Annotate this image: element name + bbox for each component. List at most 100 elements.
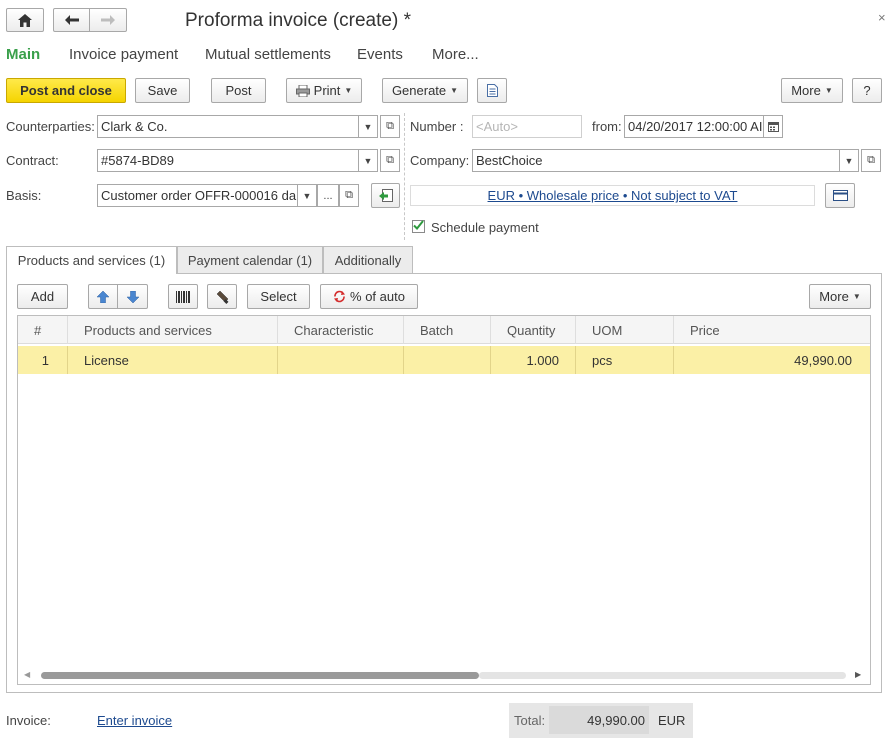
- tab-additionally-label: Additionally: [334, 252, 402, 268]
- select-button[interactable]: Select: [247, 284, 310, 309]
- scroll-right-arrow[interactable]: ▶: [855, 670, 861, 679]
- move-down-button[interactable]: [117, 284, 148, 309]
- arrow-down-icon: [126, 290, 139, 303]
- company-field[interactable]: BestChoice: [472, 149, 840, 172]
- invoice-label: Invoice:: [6, 713, 51, 728]
- tab-payment-calendar[interactable]: Payment calendar (1): [177, 246, 323, 273]
- payment-card-button[interactable]: [825, 183, 855, 208]
- enter-invoice-link[interactable]: Enter invoice: [97, 713, 172, 728]
- tab-payment-calendar-label: Payment calendar (1): [187, 252, 313, 268]
- more-button[interactable]: More ▼: [781, 78, 843, 103]
- barcode-button[interactable]: [168, 284, 198, 309]
- help-button[interactable]: ?: [852, 78, 882, 103]
- basis-label: Basis:: [6, 188, 42, 203]
- row-quantity[interactable]: 1.000: [491, 346, 576, 374]
- schedule-payment-checkbox[interactable]: [412, 220, 425, 233]
- date-field[interactable]: 04/20/2017 12:00:00 AI: [624, 115, 764, 138]
- horizontal-scrollbar-track[interactable]: [479, 672, 846, 679]
- row-product[interactable]: License: [68, 346, 278, 374]
- post-and-close-button[interactable]: Post and close: [6, 78, 126, 103]
- row-number: 1: [18, 346, 68, 374]
- row-price[interactable]: 49,990.00: [674, 346, 870, 374]
- credit-card-icon: [832, 190, 848, 201]
- basis-field[interactable]: Customer order OFFR-000016 da: [97, 184, 298, 207]
- basis-open[interactable]: ⧉: [339, 184, 359, 207]
- basis-select-button[interactable]: ...: [317, 184, 339, 207]
- back-button[interactable]: [53, 8, 90, 32]
- number-label: Number :: [410, 119, 464, 134]
- nav-tab-invoice-payment[interactable]: Invoice payment: [69, 46, 178, 63]
- row-batch[interactable]: [404, 346, 491, 374]
- basis-dropdown[interactable]: ▼: [297, 184, 317, 207]
- from-label: from:: [592, 119, 622, 134]
- post-button[interactable]: Post: [211, 78, 266, 103]
- counterparties-field[interactable]: Clark & Co.: [97, 115, 359, 138]
- generate-button[interactable]: Generate ▼: [382, 78, 468, 103]
- company-open[interactable]: ⧉: [861, 149, 881, 172]
- number-field[interactable]: <Auto>: [472, 115, 582, 138]
- forward-button[interactable]: [89, 8, 127, 32]
- checkmark-icon: [413, 220, 424, 230]
- table-more-button[interactable]: More ▼: [809, 284, 871, 309]
- col-header-batch[interactable]: Batch: [404, 316, 491, 344]
- percent-auto-button[interactable]: % of auto: [320, 284, 418, 309]
- document-icon: [486, 84, 498, 97]
- percent-auto-label: % of auto: [350, 289, 405, 304]
- counterparties-dropdown[interactable]: ▼: [358, 115, 378, 138]
- scanner-button[interactable]: [207, 284, 237, 309]
- contract-field[interactable]: #5874-BD89: [97, 149, 359, 172]
- tab-products-and-services[interactable]: Products and services (1): [6, 246, 177, 274]
- price-settings-link[interactable]: EUR • Wholesale price • Not subject to V…: [410, 188, 815, 203]
- calendar-button[interactable]: [763, 115, 783, 138]
- tab-additionally[interactable]: Additionally: [323, 246, 413, 273]
- horizontal-scrollbar-thumb[interactable]: [41, 672, 479, 679]
- counterparties-open[interactable]: ⧉: [380, 115, 400, 138]
- more-label: More: [791, 83, 821, 98]
- schedule-payment-label: Schedule payment: [431, 220, 539, 235]
- scanner-icon: [216, 290, 229, 304]
- print-button[interactable]: Print ▼: [286, 78, 362, 103]
- arrow-up-icon: [97, 290, 109, 303]
- select-label: Select: [260, 289, 297, 304]
- scroll-left-arrow[interactable]: ◀: [24, 670, 30, 679]
- home-icon: [18, 13, 32, 27]
- column-separator: [404, 113, 405, 240]
- contract-open[interactable]: ⧉: [380, 149, 400, 172]
- add-button[interactable]: Add: [17, 284, 68, 309]
- col-header-products[interactable]: Products and services: [68, 316, 278, 344]
- col-header-quantity[interactable]: Quantity: [491, 316, 576, 344]
- help-label: ?: [863, 83, 871, 98]
- nav-tab-main[interactable]: Main: [6, 46, 40, 63]
- total-currency: EUR: [658, 713, 686, 728]
- document-button[interactable]: [477, 78, 507, 103]
- chevron-down-icon: ▼: [344, 86, 353, 95]
- company-dropdown[interactable]: ▼: [839, 149, 859, 172]
- save-button[interactable]: Save: [135, 78, 190, 103]
- row-uom[interactable]: pcs: [576, 346, 674, 374]
- post-label: Post: [225, 83, 252, 98]
- col-header-number[interactable]: #: [18, 316, 68, 344]
- contract-dropdown[interactable]: ▼: [358, 149, 378, 172]
- barcode-icon: [176, 290, 190, 303]
- refresh-icon: [334, 290, 346, 303]
- counterparties-label: Counterparties:: [6, 119, 95, 134]
- col-header-characteristic[interactable]: Characteristic: [278, 316, 404, 344]
- close-icon[interactable]: ×: [878, 10, 886, 25]
- chevron-down-icon: ▼: [450, 86, 459, 95]
- nav-tab-events[interactable]: Events: [357, 46, 403, 63]
- nav-tab-mutual-settlements[interactable]: Mutual settlements: [205, 46, 331, 63]
- nav-tab-more[interactable]: More...: [432, 46, 479, 63]
- open-window-icon: ⧉: [867, 154, 875, 166]
- move-up-button[interactable]: [88, 284, 118, 309]
- col-header-uom[interactable]: UOM: [576, 316, 674, 344]
- basis-dots-label: ...: [323, 189, 333, 202]
- arrow-left-icon: [64, 15, 79, 25]
- row-characteristic[interactable]: [278, 346, 404, 374]
- fill-document-icon: [378, 189, 393, 202]
- save-label: Save: [147, 83, 178, 98]
- fill-by-basis-button[interactable]: [371, 183, 400, 208]
- home-button[interactable]: [6, 8, 44, 32]
- col-header-price[interactable]: Price: [674, 316, 870, 344]
- total-value: 49,990.00: [549, 706, 649, 734]
- arrow-right-icon: [101, 15, 115, 25]
